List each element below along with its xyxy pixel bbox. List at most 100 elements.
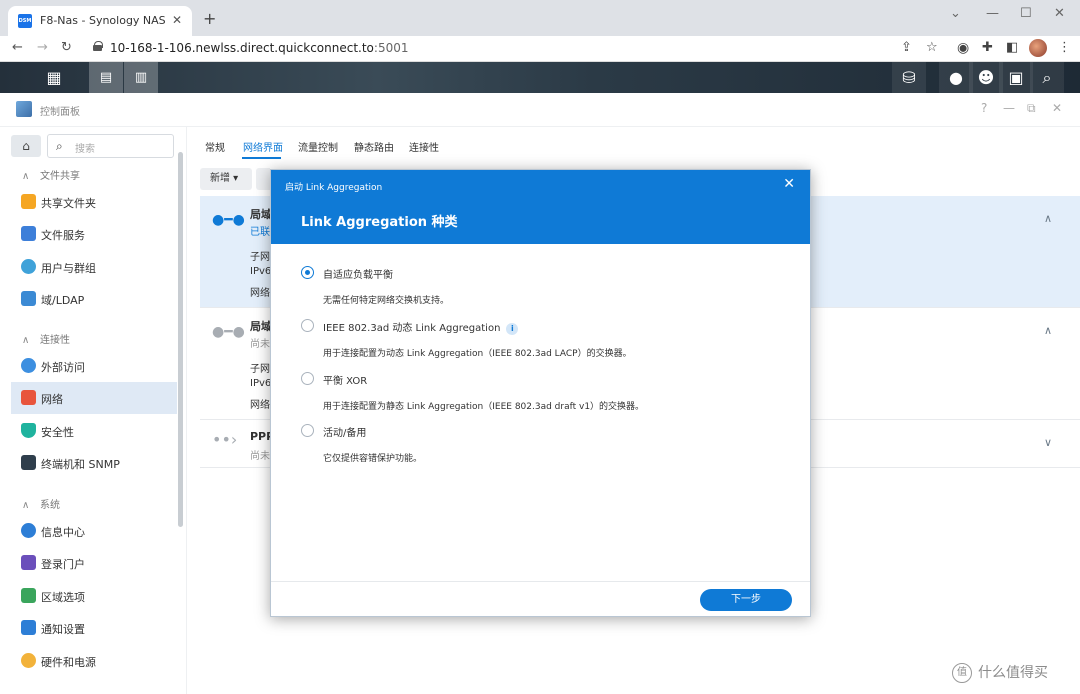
sidebar-search-input[interactable]: ⌕ 搜索 (47, 134, 174, 158)
radio-checked[interactable] (301, 266, 314, 279)
sidebar-item-users-groups[interactable]: 用户与群组 (11, 251, 177, 283)
share-icon[interactable]: ⇪ (901, 40, 912, 55)
option-label: 活动/备用 (323, 428, 367, 439)
sidebar-item-hardware-power[interactable]: 硬件和电源 (11, 645, 177, 677)
sidebar-item-domain-ldap[interactable]: 域/LDAP (11, 283, 177, 315)
storage-status-icon[interactable]: ⛁ (892, 62, 926, 93)
restore-window-icon[interactable]: ⧉ (1027, 101, 1036, 116)
taskbar-app-storage-icon[interactable]: ▤ (89, 62, 123, 93)
sidebar-item-info-center[interactable]: 信息中心 (11, 515, 177, 547)
sidebar-item-label: 文件服务 (41, 229, 85, 242)
window-close-icon[interactable]: ✕ (1054, 6, 1065, 21)
info-icon[interactable]: i (506, 323, 519, 335)
sidebar-item-label: 通知设置 (41, 623, 85, 636)
option-description: 它仅提供容错保护功能。 (323, 454, 423, 464)
main-menu-icon[interactable]: ▦ (37, 62, 71, 93)
taskbar-app-control-panel-icon[interactable]: ▥ (124, 62, 158, 93)
search-icon[interactable]: ⌕ (1030, 62, 1064, 93)
radio-unchecked[interactable] (301, 424, 314, 437)
maximize-icon[interactable]: ☐ (1020, 6, 1032, 21)
home-icon[interactable]: ⌂ (11, 135, 41, 157)
menu-icon[interactable]: ⋮ (1058, 40, 1071, 55)
option-label: 平衡 XOR (323, 376, 368, 387)
extension-circle-icon[interactable]: ◉ (957, 40, 969, 56)
sidebar-item-label: 终端机和 SNMP (41, 458, 120, 471)
watermark-text: 什么值得买 (978, 665, 1048, 681)
close-window-icon[interactable]: ✕ (1052, 101, 1062, 115)
section-label: 系统 (40, 500, 60, 511)
search-placeholder: 搜索 (75, 144, 95, 155)
pppoe-icon: ••› (212, 430, 238, 449)
next-button[interactable]: 下一步 (700, 589, 792, 611)
sidebar-item-label: 网络 (41, 393, 63, 406)
sidebar-item-label: 登录门户 (41, 558, 85, 571)
toolbar-button[interactable] (256, 168, 270, 190)
chat-icon[interactable]: ● (939, 62, 973, 93)
lan-connected-icon: ●━● (212, 212, 245, 228)
forward-icon[interactable]: → (37, 40, 48, 55)
sidebar-item-external-access[interactable]: 外部访问 (11, 350, 177, 382)
tab-general[interactable]: 常规 (205, 139, 225, 154)
option-label: IEEE 802.3ad 动态 Link Aggregation i (323, 319, 519, 335)
puzzle-icon[interactable]: ✚ (982, 40, 993, 55)
option-label: 自适应负载平衡 (323, 270, 393, 281)
tab-traffic-control[interactable]: 流量控制 (298, 139, 338, 154)
sidebar-scrollbar[interactable] (178, 152, 183, 527)
dsm-favicon-icon: DSM (18, 14, 32, 28)
option-description: 用于连接配置为静态 Link Aggregation（IEEE 802.3ad … (323, 402, 645, 412)
tab-static-route[interactable]: 静态路由 (354, 139, 394, 154)
widgets-icon[interactable]: ▣ (999, 62, 1033, 93)
chevron-up-icon: ∧ (22, 335, 30, 346)
interface-name: 局域 (250, 320, 272, 333)
section-system[interactable]: ∧ 系统 (22, 496, 60, 511)
sidebar-item-file-services[interactable]: 文件服务 (11, 218, 177, 250)
tab-close-icon[interactable]: ✕ (172, 13, 182, 27)
interface-name: 局域 (250, 208, 272, 221)
sidebar-item-label: 区域选项 (41, 591, 85, 604)
new-tab-icon[interactable]: + (203, 9, 216, 28)
minimize-window-icon[interactable]: — (1003, 101, 1015, 115)
dialog-header: 启动 Link Aggregation ✕ Link Aggregation 种… (271, 170, 810, 244)
notification-icon (21, 620, 36, 635)
sidebar-item-terminal-snmp[interactable]: 终端机和 SNMP (11, 447, 177, 479)
sidebar-item-security[interactable]: 安全性 (11, 415, 177, 447)
help-icon[interactable]: ? (981, 101, 987, 115)
sidebar-item-label: 信息中心 (41, 526, 85, 539)
option-description: 无需任何特定网络交换机支持。 (323, 296, 450, 306)
minimize-icon[interactable]: — (986, 6, 999, 21)
radio-unchecked[interactable] (301, 319, 314, 332)
interface-detail: 网络 (250, 400, 270, 411)
close-icon[interactable]: ✕ (783, 176, 795, 192)
sidebar-item-login-portal[interactable]: 登录门户 (11, 547, 177, 579)
sidepanel-icon[interactable]: ◧ (1006, 40, 1018, 55)
tab-connectivity[interactable]: 连接性 (409, 139, 439, 154)
external-access-icon (21, 358, 36, 373)
sidebar-item-regional-options[interactable]: 区域选项 (11, 580, 177, 612)
tab-network-interface[interactable]: 网络界面 (243, 139, 283, 154)
interface-detail: 子网 (250, 364, 270, 375)
profile-avatar[interactable] (1029, 39, 1047, 57)
chevron-down-icon[interactable]: ∨ (1044, 436, 1052, 449)
section-file-sharing[interactable]: ∧ 文件共享 (22, 167, 80, 182)
reload-icon[interactable]: ↻ (61, 40, 72, 55)
back-icon[interactable]: ← (12, 40, 23, 55)
search-icon: ⌕ (56, 139, 63, 153)
watermark-logo-icon: 值 (952, 663, 972, 683)
chevron-up-icon[interactable]: ∧ (1044, 212, 1052, 225)
add-button[interactable]: 新增 ▾ (200, 168, 252, 190)
interface-status: 尚未 (250, 451, 270, 462)
star-icon[interactable]: ☆ (926, 40, 938, 55)
sidebar-item-network[interactable]: 网络 (11, 382, 177, 414)
users-groups-icon (21, 259, 36, 274)
sidebar-item-notification[interactable]: 通知设置 (11, 612, 177, 644)
sidebar-item-shared-folder[interactable]: 共享文件夹 (11, 186, 177, 218)
user-icon[interactable]: ☻ (969, 62, 1003, 93)
lock-icon[interactable] (93, 41, 103, 51)
url-field[interactable]: 10-168-1-106.newlss.direct.quickconnect.… (110, 41, 409, 55)
browser-tab[interactable]: DSM F8-Nas - Synology NAS ✕ (8, 6, 192, 36)
shared-folder-icon (21, 194, 36, 209)
radio-unchecked[interactable] (301, 372, 314, 385)
chevron-up-icon[interactable]: ∧ (1044, 324, 1052, 337)
section-connectivity[interactable]: ∧ 连接性 (22, 331, 70, 346)
chevron-down-icon[interactable]: ⌄ (950, 6, 961, 21)
